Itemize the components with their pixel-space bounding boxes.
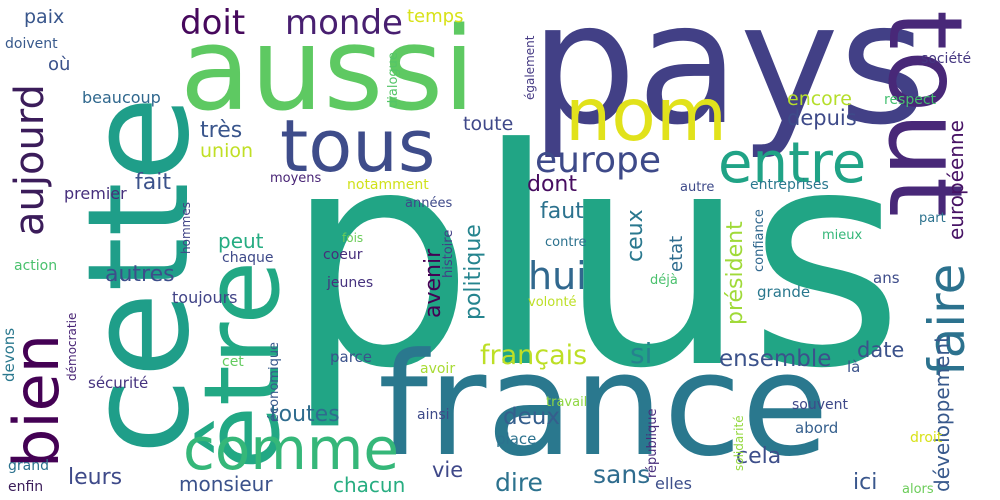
word-autres: autres (105, 262, 175, 287)
word-dont: dont (527, 172, 577, 197)
word-ans: ans (873, 269, 900, 287)
word-avoir: avoir (420, 361, 456, 377)
word-hui: hui (528, 254, 587, 298)
word-sans: sans (593, 460, 651, 489)
word-solidarite: solidarité (732, 415, 746, 471)
word-depuis: depuis (787, 106, 857, 130)
word-premier: premier (64, 184, 127, 203)
word-parce: parce (330, 348, 373, 366)
word-histoire: histoire (441, 229, 456, 278)
word-chaque: chaque (222, 250, 274, 266)
word-aujourd: aujourd (7, 84, 53, 236)
word-chacun: chacun (333, 473, 406, 497)
word-temps: temps (407, 6, 464, 27)
word-contre: contre (545, 235, 587, 250)
word-notamment: notamment (347, 177, 429, 193)
word-vie: vie (432, 458, 464, 482)
word-union: union (200, 140, 254, 162)
word-deja: déjà (650, 273, 678, 288)
word-beaucoup: beaucoup (82, 88, 161, 107)
word-coeur: coeur (323, 247, 363, 263)
word-politique: politique (461, 224, 486, 320)
word-paix: paix (24, 6, 65, 28)
word-date: date (857, 338, 905, 362)
word-leurs: leurs (68, 465, 123, 490)
word-democratie: démocratie (65, 312, 79, 381)
word-monsieur: monsieur (179, 472, 273, 496)
word-jeunes: jeunes (327, 275, 374, 291)
word-dialogue: dialogue (386, 52, 401, 108)
word-travail: travail (546, 395, 588, 410)
word-confiance: confiance (752, 209, 767, 272)
word-grande: grande (757, 283, 811, 301)
word-volonte: volonté (528, 295, 577, 310)
word-grand: grand (8, 458, 49, 474)
word-autre: autre (680, 180, 715, 195)
word-enfin: enfin (8, 479, 44, 495)
word-si: si (630, 337, 653, 370)
word-moyens: moyens (270, 171, 322, 186)
word-souvent: souvent (792, 397, 848, 413)
word-developpement: développement (930, 335, 954, 492)
word-action: action (14, 258, 58, 274)
word-peut: peut (218, 229, 264, 253)
word-ainsi: ainsi (417, 407, 450, 423)
word-elles: elles (655, 474, 692, 493)
word-entreprises: entreprises (750, 177, 829, 193)
word-hommes: hommes (179, 202, 193, 254)
word-abord: abord (795, 419, 839, 437)
word-egalement: également (523, 35, 537, 100)
word-toute: toute (463, 113, 514, 135)
word-president: président (723, 221, 748, 325)
word-societe: société (921, 51, 972, 67)
word-fait: fait (135, 170, 171, 195)
word-respect: respect (884, 92, 937, 108)
word-cet: cet (222, 354, 244, 370)
word-securite: sécurité (88, 374, 149, 392)
word-comme: comme (183, 415, 400, 483)
word-annees: années (405, 196, 453, 211)
word-la: là (847, 358, 861, 376)
word-faut: faut (540, 199, 584, 224)
word-ensemble: ensemble (719, 346, 832, 372)
word-encore: encore (787, 88, 852, 110)
word-republique: république (645, 408, 660, 478)
word-part: part (919, 211, 946, 226)
word-etat: etat (666, 235, 687, 272)
word-doivent: doivent (5, 36, 58, 52)
word-ou: où (48, 54, 71, 75)
word-fois: fois (342, 231, 364, 245)
word-monde: monde (285, 3, 403, 43)
word-dire: dire (495, 468, 543, 497)
word-ici: ici (853, 470, 878, 495)
word-doit: doit (180, 3, 246, 43)
word-cloud: plus pays cette aussi france être tout t… (0, 0, 1000, 500)
word-europeenne: européenne (944, 120, 968, 240)
word-toujours: toujours (172, 288, 238, 307)
word-francais: français (480, 340, 588, 371)
word-tres: très (200, 118, 243, 143)
word-economique: économique (267, 341, 282, 422)
word-devons: devons (0, 327, 18, 382)
word-droit: droit (910, 430, 943, 446)
word-ceux: ceux (623, 209, 648, 262)
word-mieux: mieux (822, 228, 863, 243)
word-alors: alors (902, 482, 934, 497)
word-place: place (496, 430, 537, 448)
